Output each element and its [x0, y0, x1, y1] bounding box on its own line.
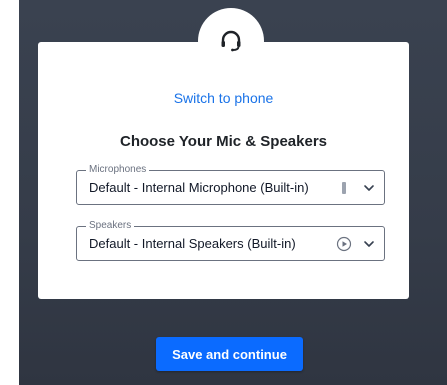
- speakers-select[interactable]: Speakers Default - Internal Speakers (Bu…: [76, 219, 385, 261]
- dialog-title: Choose Your Mic & Speakers: [119, 133, 327, 150]
- mic-level-icon: [336, 180, 352, 196]
- headset-avatar: [198, 8, 264, 74]
- speakers-value: Default - Internal Speakers (Built-in): [89, 236, 296, 251]
- chevron-down-icon[interactable]: [362, 181, 376, 195]
- microphones-label: Microphones: [86, 163, 150, 177]
- save-and-continue-button[interactable]: Save and continue: [156, 337, 303, 371]
- microphones-value: Default - Internal Microphone (Built-in): [89, 180, 309, 195]
- switch-to-phone-link[interactable]: Switch to phone: [38, 90, 409, 106]
- microphones-select[interactable]: Microphones Default - Internal Microphon…: [76, 163, 385, 205]
- play-icon[interactable]: [336, 236, 352, 252]
- speakers-label: Speakers: [86, 219, 135, 233]
- chevron-down-icon[interactable]: [362, 237, 376, 251]
- headset-icon: [221, 30, 241, 52]
